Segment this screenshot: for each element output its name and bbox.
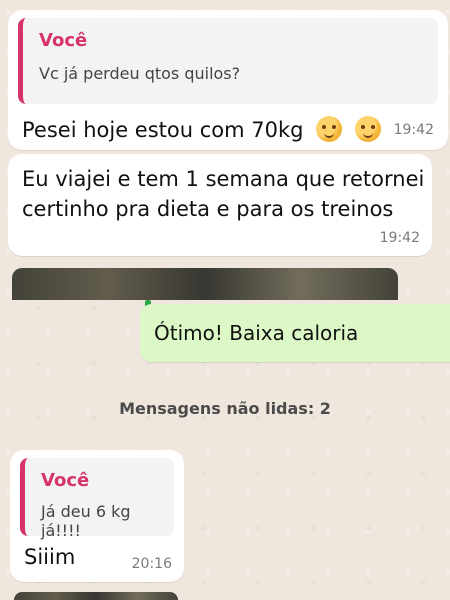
quoted-message[interactable]: Você Vc já perdeu qtos quilos? xyxy=(18,18,438,104)
message-text: Pesei hoje estou com 70kg xyxy=(22,115,381,145)
message-bubble[interactable]: Eu viajei e tem 1 semana que retornei ce… xyxy=(8,154,432,256)
quoted-author: Você xyxy=(39,30,88,51)
quoted-text: Vc já perdeu qtos quilos? xyxy=(39,64,241,83)
smiling-face-with-hand-over-mouth-icon xyxy=(316,116,343,142)
message-text: Siiim xyxy=(24,545,76,569)
message-time: 19:42 xyxy=(379,230,420,246)
message-text: Ótimo! Baixa caloria xyxy=(154,321,359,345)
message-time: 19:42 xyxy=(393,122,434,138)
quoted-author: Você xyxy=(41,470,90,491)
message-bubble[interactable]: Você Já deu 6 kg já!!!! Siiim 20:16 xyxy=(10,450,184,582)
unread-messages-divider: Mensagens não lidas: 2 xyxy=(119,398,331,418)
message-bubble[interactable]: Você Vc já perdeu qtos quilos? Pesei hoj… xyxy=(8,10,448,150)
message-text-body: Pesei hoje estou com 70kg xyxy=(22,118,304,142)
quoted-message[interactable]: Você Já deu 6 kg já!!!! xyxy=(20,458,174,540)
quoted-text: Já deu 6 kg já!!!! xyxy=(41,502,131,540)
message-bubble-outgoing[interactable]: Ótimo! Baixa caloria xyxy=(140,304,450,362)
media-preview[interactable] xyxy=(12,268,398,300)
smiling-face-with-hand-over-mouth-icon xyxy=(354,116,381,142)
message-time: 20:16 xyxy=(131,556,172,572)
media-preview[interactable] xyxy=(14,592,178,600)
message-text: Eu viajei e tem 1 semana que retornei ce… xyxy=(22,167,425,221)
